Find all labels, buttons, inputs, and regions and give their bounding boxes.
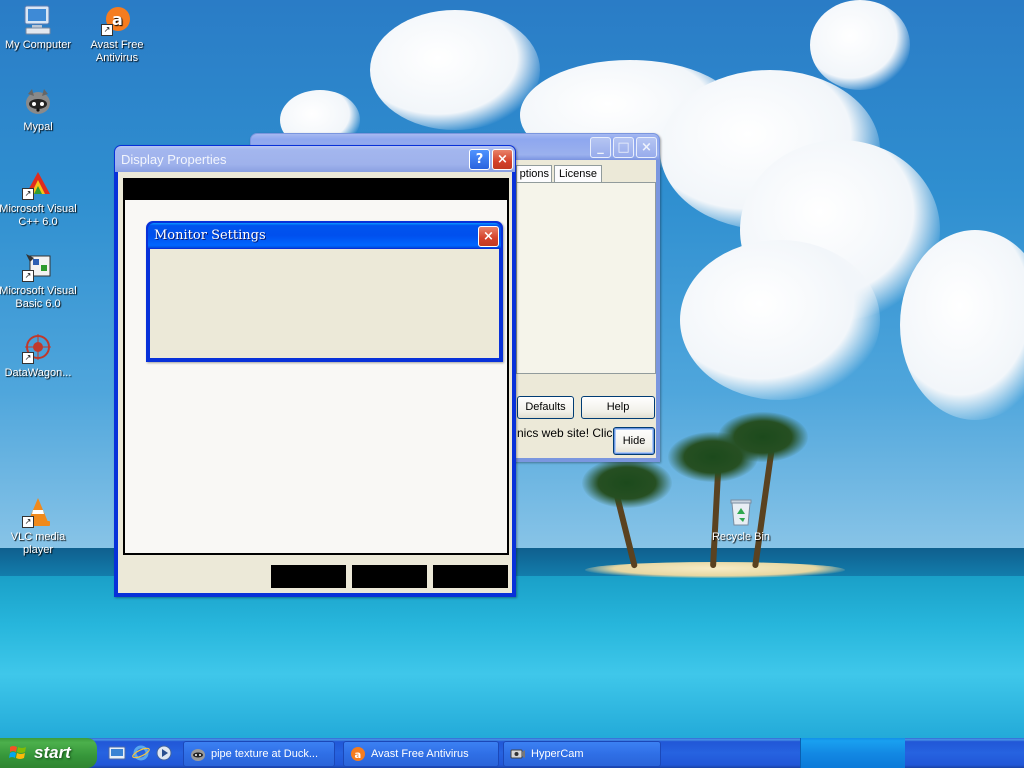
tab-strip-placeholder [123,178,509,200]
raccoon-icon [191,749,205,761]
cloud [810,0,910,90]
task-label: HyperCam [531,748,584,760]
cloud [680,240,880,400]
desktop-icon-avast[interactable]: a ↗ Avast Free Antivirus [77,4,157,65]
recycle-bin-icon [725,496,757,528]
ok-button[interactable] [271,565,346,588]
sea [0,576,1024,740]
close-button[interactable]: × [492,149,513,170]
defaults-button[interactable]: Defaults [517,396,574,419]
cancel-button[interactable] [352,565,427,588]
taskbar: start pipe texture at Duck... a Avast Fr… [0,738,1024,768]
desktop-icon-mypal[interactable]: Mypal [0,86,78,134]
monitor-settings-client [150,249,499,358]
apply-button[interactable] [433,565,508,588]
desktop-icon-label: VLC media player [10,531,66,556]
display-properties-titlebar[interactable]: Display Properties ? × [115,146,515,172]
avast-icon: a ↗ [101,4,133,36]
monitor-settings-titlebar[interactable]: Monitor Settings × [148,223,501,248]
media-player-icon[interactable] [155,744,173,762]
task-label: pipe texture at Duck... [211,748,318,760]
start-button[interactable]: start [0,738,97,768]
svg-text:a: a [355,750,362,761]
datawagon-icon: ↗ [22,332,54,364]
desktop-icon-vlc[interactable]: ↗ VLC media player [0,496,78,557]
vlc-cone-icon: ↗ [22,496,54,528]
desktop-icon-label: Recycle Bin [711,531,771,543]
shortcut-arrow-icon: ↗ [101,24,113,36]
display-properties-window[interactable]: Display Properties ? × [114,145,516,597]
visual-cpp-icon: ↗ [22,168,54,200]
tab-options[interactable]: ptions [516,165,552,182]
window-title: Display Properties [121,152,227,167]
palm-leaves [718,412,808,462]
taskbar-item-avast[interactable]: a Avast Free Antivirus [343,741,499,767]
minimize-button[interactable]: _ [590,137,611,158]
desktop-icon-label: Microsoft Visual C++ 6.0 [0,203,77,228]
hide-button[interactable]: Hide [613,427,655,455]
raccoon-icon [22,86,54,118]
shortcut-arrow-icon: ↗ [22,352,34,364]
desktop-icon-recycle-bin[interactable]: Recycle Bin [701,496,781,544]
desktop-icon-label: Microsoft Visual Basic 6.0 [0,285,77,310]
desktop-icon-label: My Computer [4,39,72,51]
desktop-icon-visual-cpp[interactable]: ↗ Microsoft Visual C++ 6.0 [0,168,78,229]
cloud [370,10,540,130]
maximize-button[interactable]: □ [613,137,634,158]
monitor-settings-window[interactable]: Monitor Settings × [146,221,503,362]
windows-flag-icon [9,746,26,759]
palm-leaves [582,458,672,508]
task-label: Avast Free Antivirus [371,748,469,760]
window-title: Monitor Settings [154,228,266,243]
desktop-icon-visual-basic[interactable]: ↗ Microsoft Visual Basic 6.0 [0,250,78,311]
show-desktop-icon[interactable] [108,744,126,762]
system-tray[interactable] [800,738,905,768]
help-question-button[interactable]: ? [469,149,490,170]
desktop-icon-datawagon[interactable]: ↗ DataWagon... [0,332,78,380]
close-button[interactable]: × [636,137,657,158]
desktop-icon-my-computer[interactable]: My Computer [0,4,78,52]
close-button[interactable]: × [478,226,499,247]
avast-icon: a [351,747,365,761]
help-button[interactable]: Help [581,396,655,419]
website-message: nics web site! Click [517,426,617,440]
tab-panel [516,182,656,374]
tab-license[interactable]: License [554,165,602,183]
taskbar-item-browser[interactable]: pipe texture at Duck... [183,741,335,767]
desktop-icon-label: DataWagon... [4,367,72,379]
computer-icon [22,4,54,36]
shortcut-arrow-icon: ↗ [22,270,34,282]
hypercam-icon [510,749,525,759]
desktop-icon-label: Mypal [23,121,53,133]
taskbar-item-hypercam[interactable]: HyperCam [503,741,661,767]
visual-basic-icon: ↗ [22,250,54,282]
svg-text:a: a [112,10,123,29]
start-label: start [34,743,71,762]
shortcut-arrow-icon: ↗ [22,516,34,528]
shortcut-arrow-icon: ↗ [22,188,34,200]
desktop-icon-label: Avast Free Antivirus [90,39,144,64]
internet-explorer-icon[interactable] [132,744,150,762]
